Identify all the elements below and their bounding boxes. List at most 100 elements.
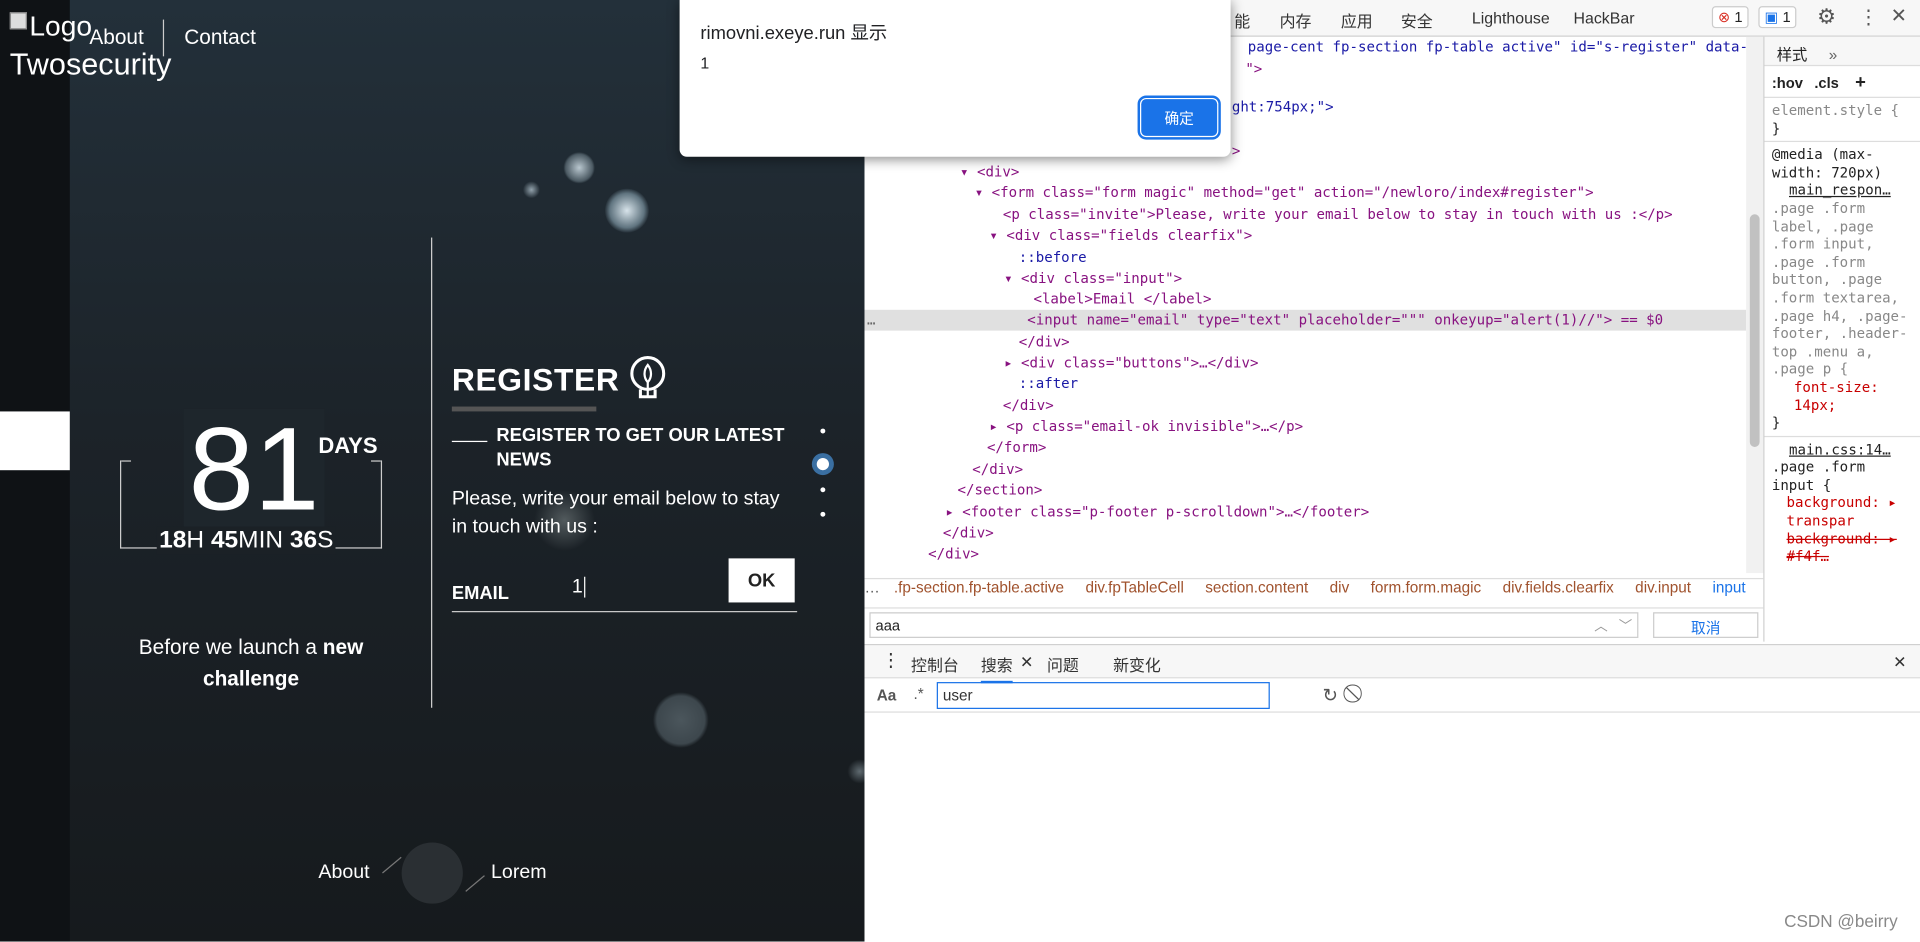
- tab-memory[interactable]: 内存: [1280, 9, 1312, 32]
- regex-toggle[interactable]: .*: [913, 686, 923, 703]
- alert-ok-button[interactable]: 确定: [1137, 95, 1221, 140]
- style-declaration[interactable]: background: ▸ transpar: [1772, 494, 1913, 530]
- more-options-icon[interactable]: ⋮: [1859, 5, 1879, 29]
- breadcrumb-item[interactable]: .fp-section.fp-table.active: [894, 579, 1064, 596]
- dom-node[interactable]: </div>: [1019, 332, 1070, 353]
- dom-node[interactable]: </form>: [987, 437, 1046, 458]
- breadcrumb-item[interactable]: div: [1330, 579, 1350, 596]
- dom-node[interactable]: ght:754px;">: [1232, 97, 1334, 118]
- dom-node[interactable]: <p class="invite">Please, write your ema…: [1003, 204, 1673, 225]
- find-input[interactable]: aaa: [869, 612, 1639, 638]
- tab-whats-new[interactable]: 新变化: [1113, 653, 1161, 676]
- close-tab-icon[interactable]: ✕: [1020, 653, 1033, 673]
- tab-performance[interactable]: 能: [1234, 9, 1250, 32]
- dom-node[interactable]: ▸ <div class="buttons">…</div>: [1004, 353, 1258, 374]
- dom-node[interactable]: page-cent fp-section fp-table active" id…: [1248, 37, 1748, 58]
- footer-slash: [382, 856, 402, 874]
- style-selector: element.style {: [1771, 101, 1900, 119]
- breadcrumb-item[interactable]: input: [1712, 579, 1745, 596]
- elements-scrollbar[interactable]: [1746, 36, 1764, 574]
- dom-node[interactable]: </div>: [1003, 396, 1054, 417]
- dom-node[interactable]: ▸ <footer class="p-footer p-scrolldown">…: [945, 502, 1369, 523]
- tab-console[interactable]: 控制台: [911, 653, 959, 676]
- page-dot-active[interactable]: [811, 453, 834, 476]
- chevron-right-icon[interactable]: »: [1829, 47, 1838, 64]
- style-source-link[interactable]: main_respon…: [1772, 182, 1913, 200]
- footer-link-lorem[interactable]: Lorem: [491, 862, 547, 884]
- watermark: CSDN @beirry: [1784, 911, 1898, 931]
- error-count-badge[interactable]: ⊗ 1: [1711, 6, 1749, 29]
- style-declaration-disabled[interactable]: background: ▸ #f4f…: [1772, 530, 1913, 566]
- register-title: REGISTER: [452, 355, 797, 404]
- dom-pseudo[interactable]: ::after: [1019, 373, 1078, 394]
- find-cancel-button[interactable]: 取消: [1653, 612, 1759, 638]
- cls-toggle[interactable]: .cls: [1814, 75, 1839, 92]
- tab-styles[interactable]: 样式: [1777, 47, 1808, 64]
- message-icon: ▣: [1764, 8, 1779, 26]
- tab-application[interactable]: 应用: [1341, 9, 1373, 32]
- tab-hackbar[interactable]: HackBar: [1573, 9, 1634, 27]
- dom-node-text: </form>: [986, 438, 1047, 456]
- dom-node[interactable]: ▾ <div class="input">: [1004, 268, 1182, 289]
- dom-pseudo[interactable]: ::before: [1019, 247, 1087, 268]
- dom-node[interactable]: <label>Email </label>: [1033, 289, 1211, 310]
- dom-node-text: </div>: [1002, 396, 1054, 414]
- search-input[interactable]: user: [936, 682, 1270, 709]
- page-dot[interactable]: [820, 428, 826, 434]
- dom-node[interactable]: </div>: [972, 459, 1023, 480]
- dom-node-text: </div>: [928, 544, 980, 563]
- dom-node[interactable]: </section>: [958, 480, 1043, 501]
- drawer-menu-icon[interactable]: ⋮: [882, 649, 900, 671]
- find-prev-icon[interactable]: ︿: [1594, 616, 1607, 636]
- dom-node[interactable]: >: [1232, 141, 1240, 162]
- dom-node-selected[interactable]: … <input name="email" type="text" placeho…: [864, 309, 1747, 331]
- message-count-badge[interactable]: ▣ 1: [1758, 6, 1797, 29]
- gear-icon[interactable]: ⚙: [1817, 5, 1836, 29]
- hov-toggle[interactable]: :hov: [1772, 75, 1803, 92]
- footer-link-about[interactable]: About: [318, 862, 369, 884]
- section-pagination: [811, 428, 835, 537]
- close-icon[interactable]: ✕: [1891, 4, 1907, 28]
- breadcrumb-item[interactable]: div.fpTableCell: [1085, 579, 1183, 596]
- search-row: Aa .* user ↻ ⃠: [864, 678, 1920, 713]
- dom-node[interactable]: </div>: [928, 544, 979, 565]
- breadcrumb-item[interactable]: div.fields.clearfix: [1503, 579, 1614, 596]
- nav-link-about[interactable]: About: [89, 26, 143, 50]
- find-next-icon[interactable]: ﹀: [1619, 616, 1632, 636]
- page-dot[interactable]: [820, 487, 826, 493]
- nav-link-contact[interactable]: Contact: [184, 26, 256, 50]
- bokeh-light: [563, 151, 596, 184]
- tagline-text: Before we launch a: [138, 635, 317, 659]
- dom-node[interactable]: ▾ <div class="fields clearfix">: [989, 225, 1252, 246]
- dom-node[interactable]: ▾ <form class="form magic" method="get" …: [975, 182, 1594, 203]
- style-declaration[interactable]: font-size: 14px;: [1772, 378, 1913, 414]
- dom-node[interactable]: ▾ <div>: [960, 162, 1019, 183]
- breadcrumb-item[interactable]: form.form.magic: [1371, 579, 1482, 596]
- dom-node-text: </div>: [1018, 333, 1070, 351]
- drawer-tabs: ⋮ 控制台 搜索 ✕ 问题 新变化 ✕: [864, 645, 1920, 684]
- style-selector: .page .form label, .page .form input, .p…: [1771, 199, 1908, 378]
- ok-button[interactable]: OK: [728, 558, 795, 603]
- tab-security[interactable]: 安全: [1401, 9, 1433, 32]
- add-rule-icon[interactable]: +: [1855, 72, 1866, 93]
- tab-issues[interactable]: 问题: [1047, 653, 1079, 676]
- footer-slash: [465, 875, 485, 892]
- scrollbar-thumb[interactable]: [1749, 214, 1760, 447]
- style-source-link[interactable]: main.css:14…: [1772, 440, 1913, 458]
- refresh-icon[interactable]: ↻: [1322, 684, 1337, 707]
- tab-lighthouse[interactable]: Lighthouse: [1472, 9, 1550, 27]
- dom-node-text: <form class="form magic" method="get" ac…: [991, 183, 1594, 201]
- dom-node-text: <div class="buttons">…</div>: [1021, 353, 1259, 372]
- launch-tagline: Before we launch a new challenge: [122, 632, 379, 696]
- close-drawer-icon[interactable]: ✕: [1893, 653, 1906, 673]
- dom-node[interactable]: ▸ <p class="email-ok invisible">…</p>: [989, 416, 1303, 437]
- breadcrumb-item[interactable]: div.input: [1635, 579, 1691, 596]
- find-bar: aaa ︿ ﹀ 取消: [864, 607, 1764, 641]
- page-dot[interactable]: [820, 511, 826, 517]
- scroll-circle[interactable]: [401, 842, 463, 904]
- breadcrumb-item[interactable]: section.content: [1205, 579, 1308, 596]
- dom-node-text: <div class="input">: [1021, 269, 1183, 287]
- dom-node[interactable]: ">: [1245, 59, 1262, 80]
- match-case-toggle[interactable]: Aa: [877, 687, 897, 704]
- dom-node[interactable]: </div>: [943, 523, 994, 544]
